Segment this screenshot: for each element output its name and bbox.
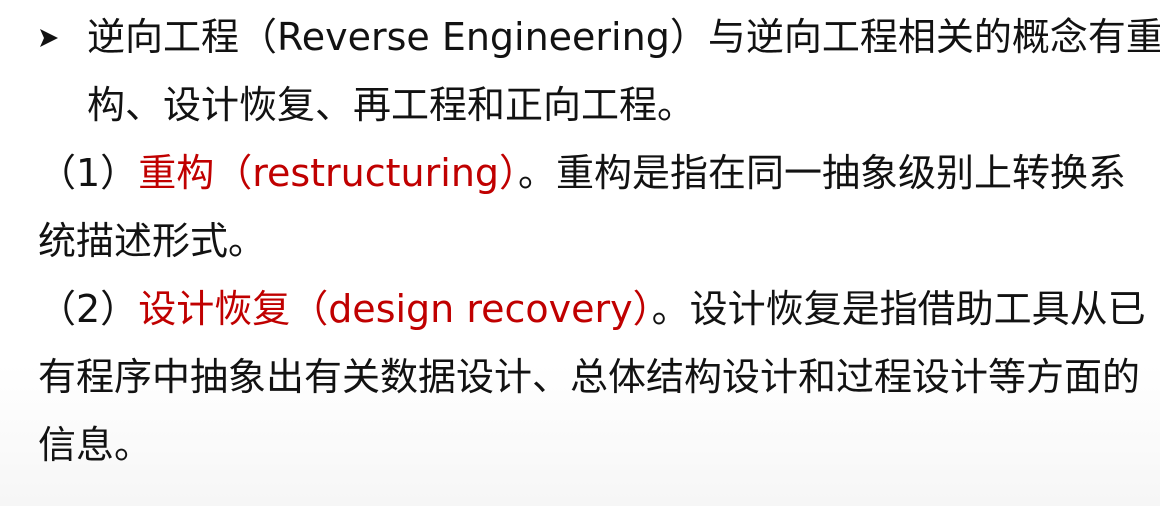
item-1-line-2: 统描述形式。	[38, 219, 267, 263]
item-2-line-2: 有程序中抽象出有关数据设计、总体结构设计和过程设计等方面的	[38, 355, 1141, 399]
item-2-description: 。设计恢复是指借助工具从已	[651, 287, 1146, 331]
intro-line-1: 逆向工程（Reverse Engineering）与逆向工程相关的概念有重	[87, 15, 1160, 59]
item-1-description: 。重构是指在同一抽象级别上转换系	[518, 151, 1127, 195]
item-2-line-1: （2）设计恢复（design recovery）。设计恢复是指借助工具从已	[38, 287, 1146, 331]
item-2-term: 设计恢复（design recovery）	[138, 287, 652, 331]
intro-line-2: 构、设计恢复、再工程和正向工程。	[87, 83, 696, 127]
item-1-line-1: （1）重构（restructuring）。重构是指在同一抽象级别上转换系	[38, 151, 1126, 195]
item-2-line-3: 信息。	[38, 423, 153, 467]
item-2-number: （2）	[38, 287, 139, 331]
item-1-number: （1）	[38, 151, 139, 195]
item-1-term: 重构（restructuring）	[138, 151, 519, 195]
arrowhead-bullet-icon	[40, 29, 58, 47]
